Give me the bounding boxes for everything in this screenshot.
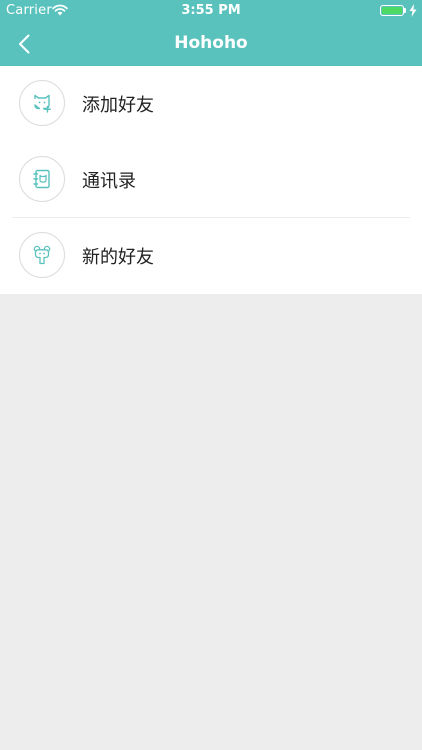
battery-nub (404, 8, 406, 13)
app-header: Carrier 3:55 PM Hohoho (0, 0, 422, 66)
charging-bolt-icon (409, 4, 417, 17)
menu-list: 添加好友 通讯录 新的好友 (0, 66, 422, 294)
add-friend-icon-circle (19, 80, 65, 126)
menu-item-contacts[interactable]: 通讯录 (0, 142, 422, 218)
menu-item-add-friend[interactable]: 添加好友 (0, 66, 422, 142)
navigation-bar: Hohoho (0, 22, 422, 66)
status-time: 3:55 PM (181, 3, 241, 18)
status-bar: Carrier 3:55 PM (0, 0, 422, 22)
menu-item-label: 新的好友 (82, 247, 154, 268)
page-title: Hohoho (174, 33, 248, 53)
contacts-book-icon-circle (19, 156, 65, 202)
new-friend-icon-circle (19, 232, 65, 278)
menu-item-label: 通讯录 (82, 171, 136, 192)
battery-icon (380, 5, 404, 16)
menu-item-new-friends[interactable]: 新的好友 (0, 218, 422, 294)
battery-level (382, 7, 402, 14)
menu-item-label: 添加好友 (82, 95, 154, 116)
contacts-book-icon (33, 169, 50, 189)
new-friend-icon (33, 245, 51, 265)
add-friend-icon (34, 94, 51, 113)
